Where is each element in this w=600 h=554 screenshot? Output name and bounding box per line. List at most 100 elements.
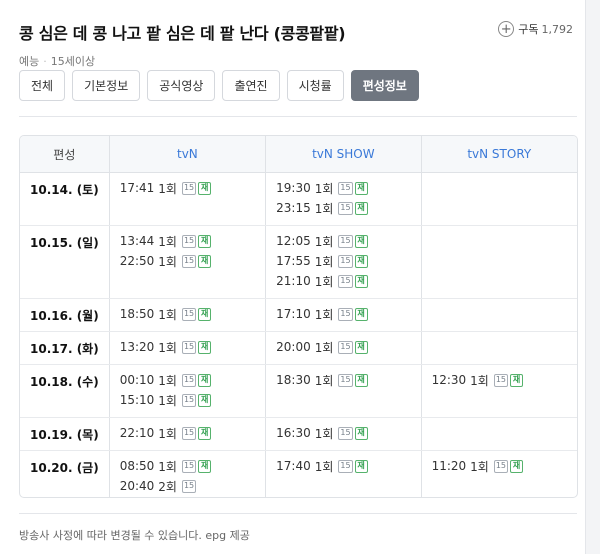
- age-15-badge: 15: [181, 426, 197, 440]
- episode-number: 1회: [314, 373, 334, 388]
- rerun-badge: 재: [198, 181, 212, 195]
- airing-slot[interactable]: 22:10 1회 15 재: [120, 423, 265, 443]
- airing-time: 21:10: [276, 274, 311, 288]
- rerun-badge: 재: [354, 181, 368, 195]
- rerun-badge: 재: [198, 340, 212, 354]
- airing-slot[interactable]: 17:10 1회 15 재: [276, 304, 420, 324]
- airing-time: 17:55: [276, 254, 311, 268]
- airing-slot[interactable]: 23:15 1회 15 재: [276, 198, 420, 218]
- airing-time: 20:00: [276, 340, 311, 354]
- airing-time: 18:50: [119, 307, 155, 321]
- airing-slot[interactable]: 15:10 1회 15 재: [120, 390, 265, 410]
- age-15-badge: 15: [181, 181, 197, 195]
- age-15-badge: 15: [181, 307, 197, 321]
- episode-number: 1회: [314, 459, 334, 474]
- schedule-cell-tvn-show: 17:10 1회 15 재: [265, 299, 420, 331]
- age-15-badge: 15: [493, 459, 509, 473]
- table-row: 10.19. (목) 22:10 1회 15 재 16:30 1회 15 재: [20, 418, 577, 451]
- age-15-badge: 15: [338, 254, 353, 268]
- airing-slot[interactable]: 18:30 1회 15 재: [276, 370, 420, 390]
- airing-slot[interactable]: 20:40 2회 15: [120, 476, 265, 496]
- schedule-cell-tvn-story: [420, 173, 577, 225]
- airing-time: 22:10: [119, 426, 155, 440]
- airing-time: 23:15: [276, 201, 311, 215]
- airing-slot[interactable]: 22:50 1회 15 재: [120, 251, 265, 271]
- column-header-tvn-story[interactable]: tvN STORY: [420, 136, 577, 172]
- airing-slot[interactable]: 00:10 1회 15 재: [120, 370, 265, 390]
- airing-time: 17:41: [119, 181, 155, 195]
- rerun-badge: 재: [354, 373, 368, 387]
- schedule-cell-tvn-show: 19:30 1회 15 재 23:15 1회 15 재: [265, 173, 420, 225]
- airing-slot[interactable]: 12:30 1회 15 재: [432, 370, 577, 390]
- episode-number: 1회: [158, 254, 177, 269]
- age-15-badge: 15: [338, 201, 353, 215]
- tab-bar: 전체 기본정보 공식영상 출연진 시청률 편성정보: [19, 70, 419, 101]
- program-meta: 예능 · 15세이상: [19, 55, 96, 68]
- airing-time: 13:44: [119, 234, 155, 248]
- episode-number: 1회: [314, 307, 334, 322]
- episode-number: 1회: [314, 234, 334, 249]
- age-15-badge: 15: [181, 373, 197, 387]
- airing-slot[interactable]: 20:00 1회 15 재: [276, 337, 420, 357]
- rerun-badge: 재: [198, 234, 212, 248]
- episode-number: 1회: [314, 201, 334, 216]
- age-15-badge: 15: [181, 234, 197, 248]
- rerun-badge: 재: [198, 373, 212, 387]
- tab-1[interactable]: 기본정보: [72, 70, 141, 101]
- schedule-body: 10.14. (토) 17:41 1회 15 재 19:30 1회 15 재 23:15 1회 15 재…: [20, 173, 577, 497]
- tab-4[interactable]: 시청률: [286, 70, 344, 101]
- airing-time: 20:40: [119, 479, 155, 493]
- airing-time: 17:40: [276, 459, 311, 473]
- schedule-date: 10.16. (월): [30, 309, 99, 323]
- table-row: 10.20. (금) 08:50 1회 15 재 20:40 2회 15 17:40 1회 15 재 1…: [20, 451, 577, 497]
- tab-0[interactable]: 전체: [19, 70, 66, 101]
- schedule-table: 편성 tvN tvN SHOW tvN STORY 10.14. (토) 17:4…: [19, 135, 578, 498]
- schedule-cell-tvn-show: 20:00 1회 15 재: [265, 332, 420, 364]
- airing-slot[interactable]: 17:41 1회 15 재: [120, 178, 265, 198]
- airing-slot[interactable]: 13:44 1회 15 재: [120, 231, 265, 251]
- subscriber-count: 1,792: [541, 22, 574, 36]
- schedule-cell-tvn-story: 12:30 1회 15 재: [420, 365, 577, 417]
- episode-number: 1회: [158, 373, 177, 388]
- schedule-cell-tvn: 22:10 1회 15 재: [108, 418, 265, 450]
- table-row: 10.14. (토) 17:41 1회 15 재 19:30 1회 15 재 23:15 1회 15 재: [20, 173, 577, 226]
- airing-slot[interactable]: 13:20 1회 15 재: [120, 337, 265, 357]
- airing-slot[interactable]: 08:50 1회 15 재: [120, 456, 265, 476]
- airing-time: 18:30: [276, 373, 311, 387]
- table-row: 10.17. (화) 13:20 1회 15 재 20:00 1회 15 재: [20, 332, 577, 365]
- column-header-schedule: 편성: [53, 147, 76, 162]
- schedule-cell-tvn: 00:10 1회 15 재 15:10 1회 15 재: [108, 365, 265, 417]
- tab-5[interactable]: 편성정보: [350, 70, 419, 101]
- episode-number: 1회: [158, 393, 177, 408]
- episode-number: 1회: [158, 234, 177, 249]
- airing-slot[interactable]: 12:05 1회 15 재: [276, 231, 420, 251]
- column-header-tvn[interactable]: tvN: [108, 136, 265, 172]
- schedule-cell-tvn: 18:50 1회 15 재: [108, 299, 265, 331]
- airing-time: 13:20: [119, 340, 155, 354]
- footer-note: 방송사 사정에 따라 변경될 수 있습니다. epg 제공: [19, 513, 577, 543]
- tab-3[interactable]: 출연진: [222, 70, 280, 101]
- rerun-badge: 재: [354, 459, 368, 473]
- subscribe-button[interactable]: + 구독 1,792: [498, 21, 573, 37]
- episode-number: 1회: [314, 254, 334, 269]
- schedule-cell-tvn: 13:20 1회 15 재: [108, 332, 265, 364]
- airing-slot[interactable]: 16:30 1회 15 재: [276, 423, 420, 443]
- airing-time: 15:10: [119, 393, 155, 407]
- airing-slot[interactable]: 21:10 1회 15 재: [276, 271, 420, 291]
- episode-number: 1회: [314, 340, 334, 355]
- episode-number: 1회: [158, 426, 177, 441]
- age-15-badge: 15: [338, 274, 353, 288]
- tab-2[interactable]: 공식영상: [147, 70, 216, 101]
- airing-slot[interactable]: 18:50 1회 15 재: [120, 304, 265, 324]
- airing-slot[interactable]: 17:55 1회 15 재: [276, 251, 420, 271]
- airing-slot[interactable]: 11:20 1회 15 재: [432, 456, 577, 476]
- episode-number: 1회: [158, 181, 177, 196]
- schedule-date: 10.15. (일): [30, 236, 99, 250]
- column-header-tvn-show[interactable]: tvN SHOW: [265, 136, 420, 172]
- age-15-badge: 15: [338, 373, 353, 387]
- rerun-badge: 재: [198, 307, 212, 321]
- airing-slot[interactable]: 17:40 1회 15 재: [276, 456, 420, 476]
- age-15-badge: 15: [493, 373, 509, 387]
- genre-label: 예능: [19, 55, 40, 68]
- airing-slot[interactable]: 19:30 1회 15 재: [276, 178, 420, 198]
